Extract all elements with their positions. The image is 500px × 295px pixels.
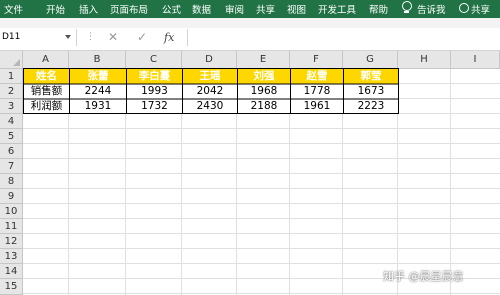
watermark: 知乎 @晨星晨意 [383, 270, 464, 283]
table-border [23, 68, 399, 114]
